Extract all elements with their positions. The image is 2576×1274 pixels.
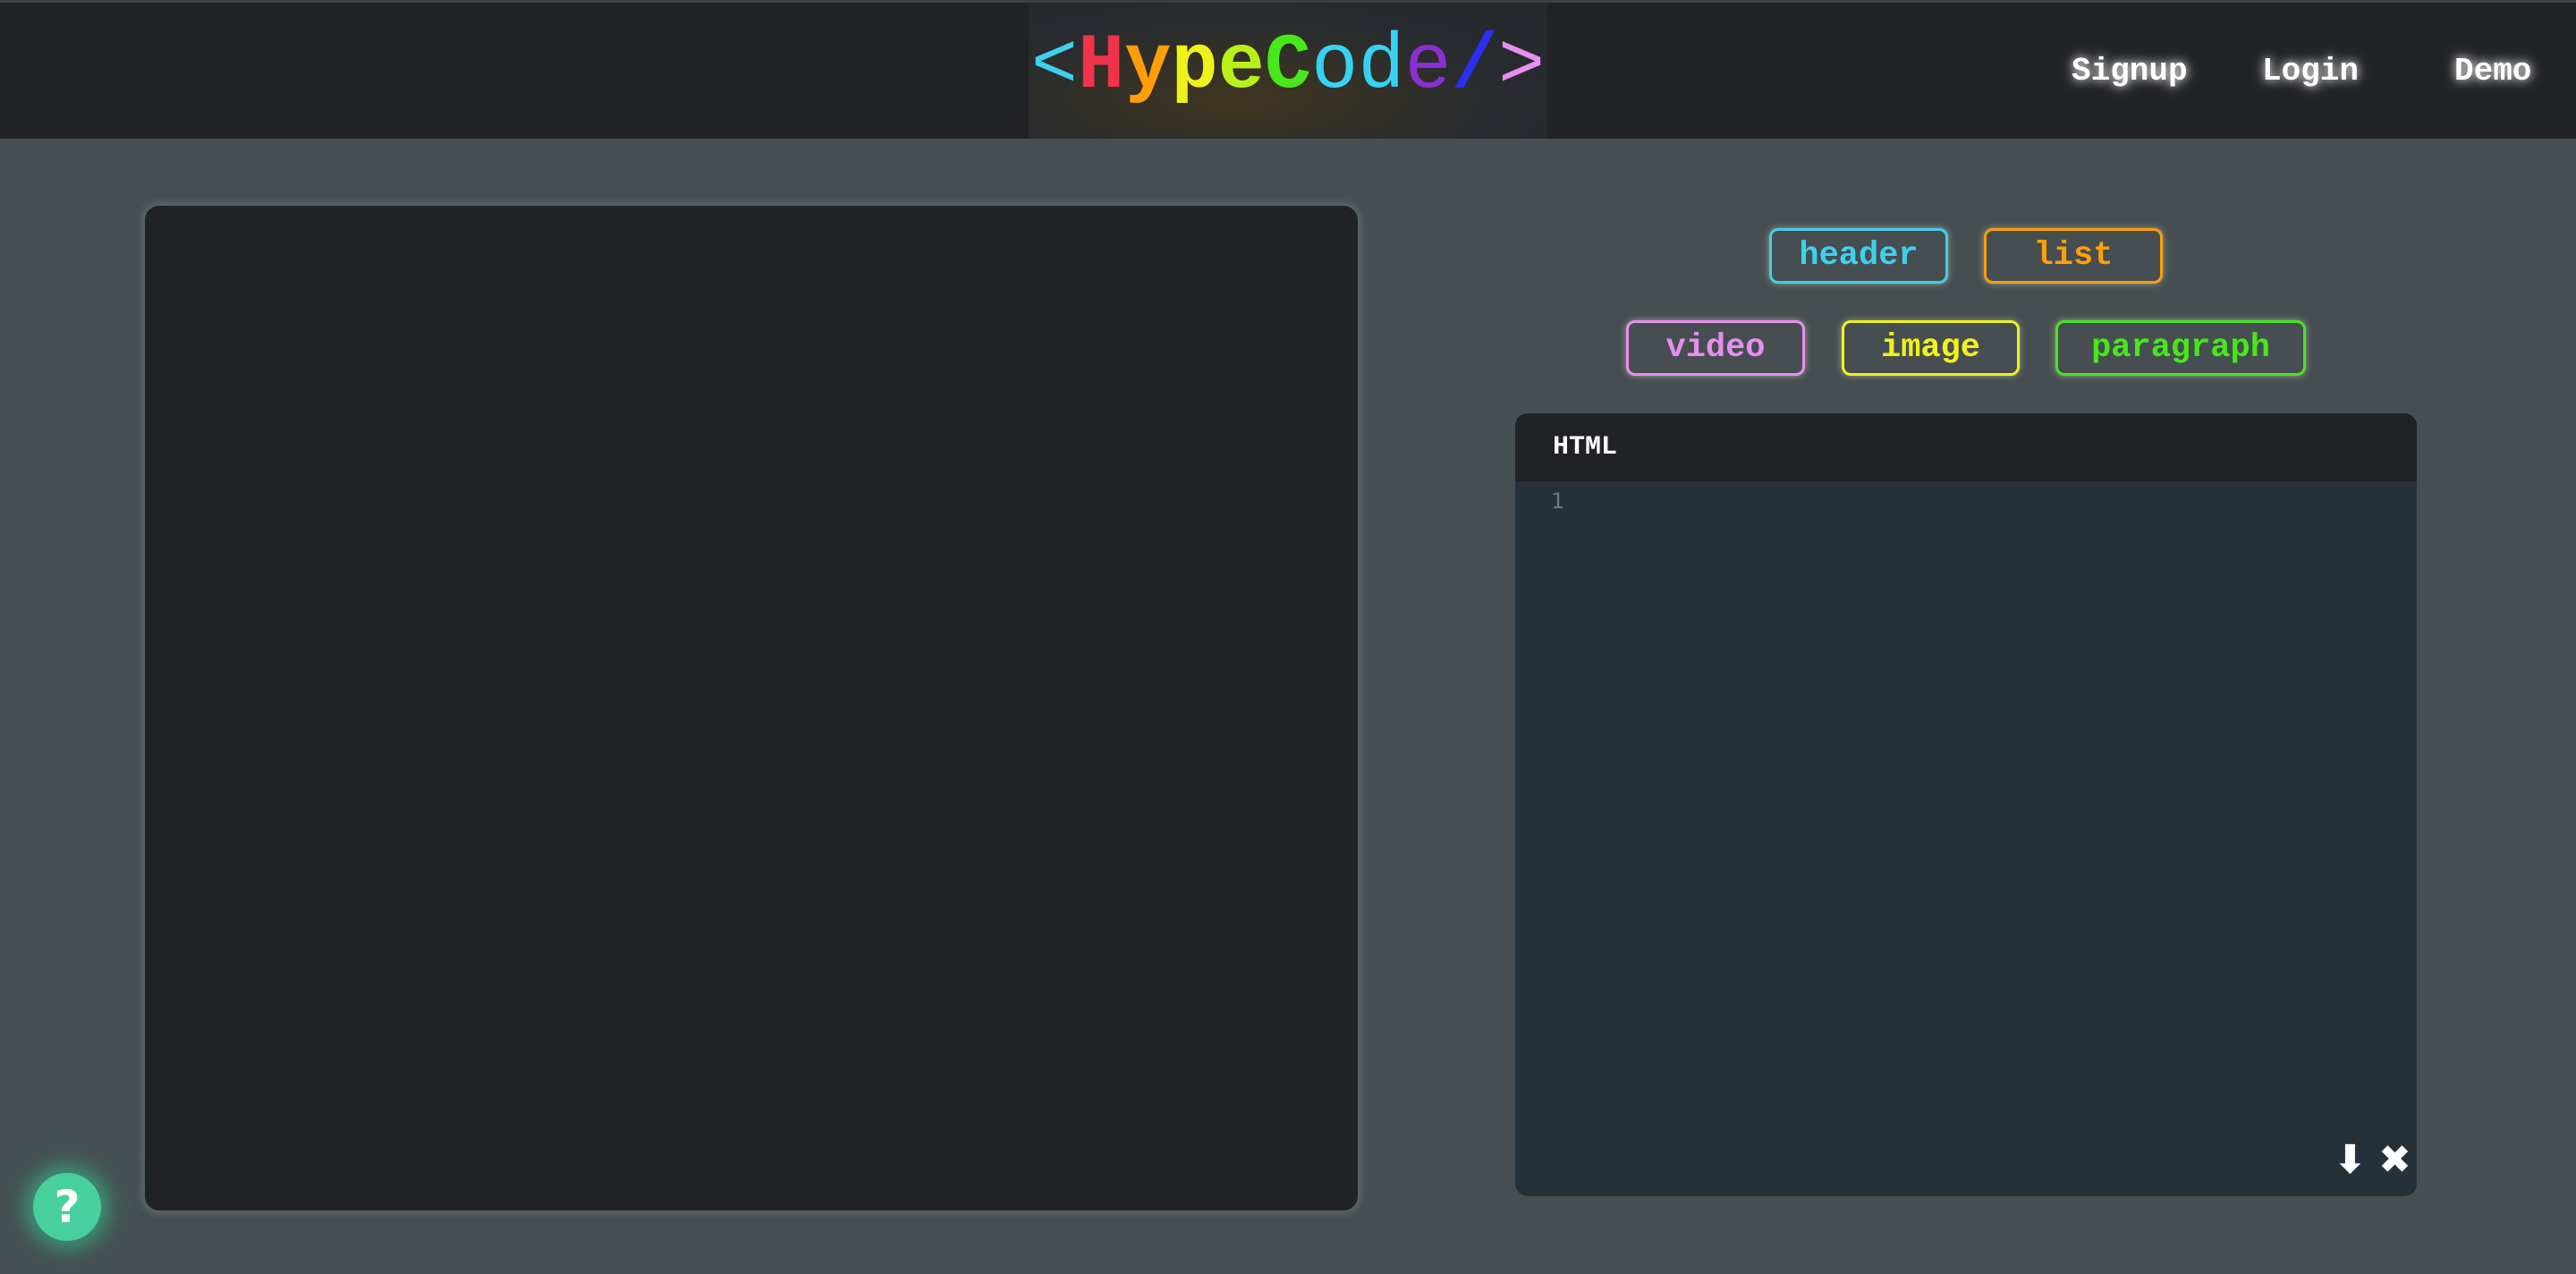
download-icon[interactable]: ⬇ <box>2334 1141 2367 1180</box>
logo-char: p <box>1171 23 1218 111</box>
add-video-button[interactable]: video <box>1626 320 1805 376</box>
logo-char: y <box>1124 23 1172 111</box>
logo-char: C <box>1264 23 1312 111</box>
logo-char: e <box>1217 23 1265 111</box>
close-icon[interactable]: ✖ <box>2378 1141 2411 1180</box>
logo-char: e <box>1404 23 1452 111</box>
code-input[interactable] <box>1578 481 2417 1196</box>
editor-title: HTML <box>1553 432 1618 463</box>
logo-char: < <box>1030 23 1079 111</box>
logo-char: / <box>1451 23 1498 111</box>
logo-char: o <box>1311 23 1359 111</box>
add-image-button[interactable]: image <box>1842 320 2020 376</box>
preview-pane <box>145 206 1358 1210</box>
editor-header: HTML <box>1515 413 2417 481</box>
top-navbar: <HypeCode/> Signup Login Demo <box>0 0 2576 139</box>
add-paragraph-button[interactable]: paragraph <box>2055 320 2306 376</box>
signup-link[interactable]: Signup <box>2072 49 2188 94</box>
line-number: 1 <box>1551 488 1565 514</box>
html-editor: HTML 1 ⬇ ✖ <box>1515 413 2417 1196</box>
help-button[interactable]: ? <box>33 1173 101 1241</box>
add-header-button[interactable]: header <box>1769 228 1948 284</box>
logo-char: H <box>1078 23 1125 111</box>
login-link[interactable]: Login <box>2262 49 2359 94</box>
logo-char: > <box>1497 23 1546 111</box>
question-icon: ? <box>54 1181 80 1233</box>
add-list-button[interactable]: list <box>1984 228 2163 284</box>
demo-link[interactable]: Demo <box>2454 49 2531 94</box>
logo-char: d <box>1358 23 1405 111</box>
hypecode-logo[interactable]: <HypeCode/> <box>1029 22 1547 112</box>
